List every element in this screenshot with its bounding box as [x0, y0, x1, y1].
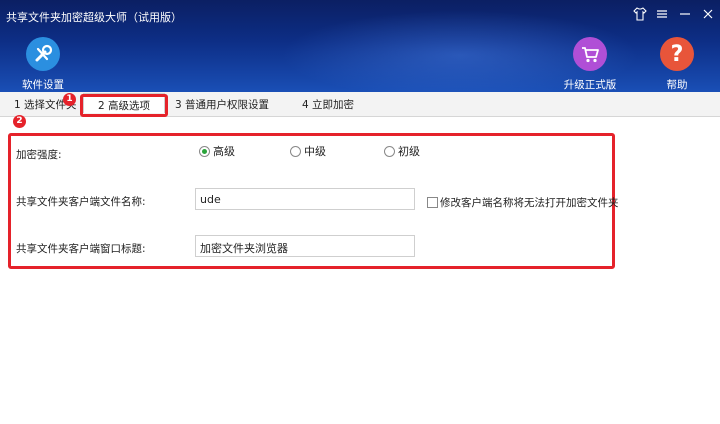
- tab-encrypt-now[interactable]: 4 立即加密: [302, 97, 354, 112]
- shirt-icon[interactable]: [633, 7, 647, 25]
- rename-warning-box: [427, 197, 438, 208]
- help-icon: ?: [660, 37, 694, 71]
- rename-warning-checkbox[interactable]: 修改客户端名称将无法打开加密文件夹: [427, 195, 619, 210]
- radio-medium[interactable]: 中级: [290, 143, 326, 159]
- radio-low[interactable]: 初级: [384, 143, 420, 159]
- tab-highlight-box: [80, 94, 168, 117]
- window-title: 共享文件夹加密超级大师（试用版）: [6, 11, 182, 24]
- help-glyph: ?: [670, 41, 684, 67]
- rename-warning-label: 修改客户端名称将无法打开加密文件夹: [440, 197, 619, 209]
- upgrade-label: 升级正式版: [563, 79, 617, 91]
- radio-low-dot: [384, 145, 395, 157]
- radio-high-dot: [199, 145, 210, 157]
- strength-label: 加密强度:: [16, 149, 62, 161]
- radio-high-label: 高级: [213, 145, 235, 158]
- client-name-input[interactable]: ude: [195, 188, 415, 210]
- header-bar: 共享文件夹加密超级大师（试用版） 软件设置 升级正式版 ? 帮助: [0, 0, 720, 92]
- help-button[interactable]: ? 帮助: [642, 37, 712, 92]
- close-icon[interactable]: [701, 7, 715, 25]
- annotation-badge-2: 2: [13, 115, 26, 128]
- radio-low-label: 初级: [398, 145, 420, 158]
- menu-icon[interactable]: [655, 7, 669, 25]
- minimize-icon[interactable]: [678, 7, 692, 25]
- settings-label: 软件设置: [22, 79, 64, 91]
- tab-user-permissions[interactable]: 3 普通用户权限设置: [175, 97, 269, 112]
- wrench-icon: [26, 37, 60, 71]
- annotation-badge-1: 1: [63, 93, 76, 106]
- radio-medium-label: 中级: [304, 145, 326, 158]
- upgrade-button[interactable]: 升级正式版: [555, 37, 625, 92]
- window-title-input[interactable]: 加密文件夹浏览器: [195, 235, 415, 257]
- radio-medium-dot: [290, 145, 301, 157]
- radio-high[interactable]: 高级: [199, 143, 235, 159]
- help-label: 帮助: [666, 79, 688, 91]
- client-name-label: 共享文件夹客户端文件名称:: [16, 196, 146, 208]
- cart-icon: [573, 37, 607, 71]
- window-title-label: 共享文件夹客户端窗口标题:: [16, 243, 146, 255]
- settings-button[interactable]: 软件设置: [8, 37, 78, 92]
